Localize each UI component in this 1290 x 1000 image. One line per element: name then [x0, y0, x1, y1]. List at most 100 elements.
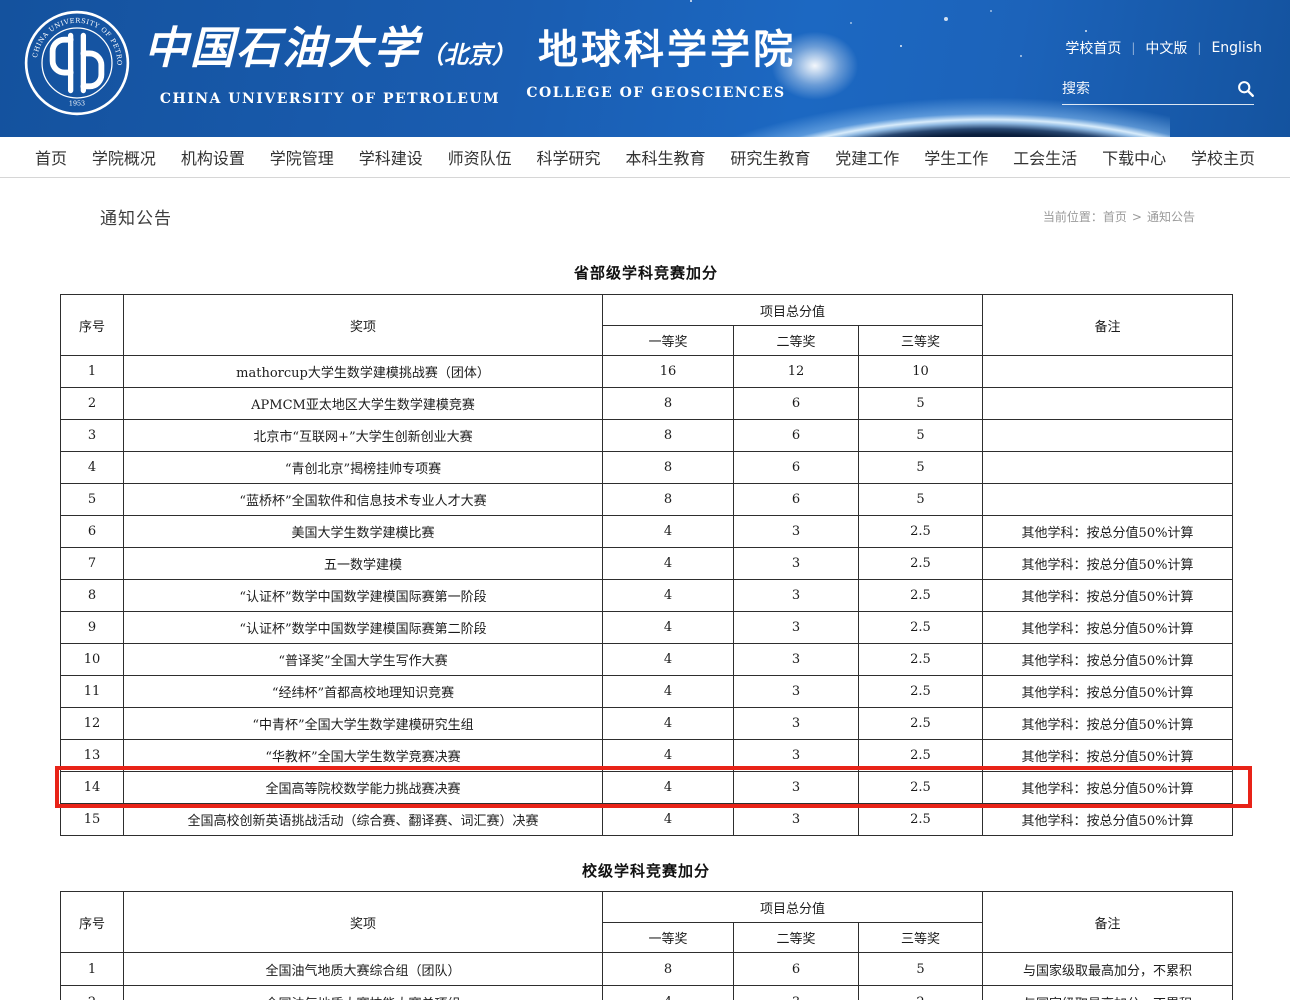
cell-award: 全国油气地质大赛技能大赛单项组 — [123, 985, 603, 1000]
cell-award: 全国高等院校数学能力挑战赛决赛 — [123, 771, 603, 804]
nav-item-4[interactable]: 学院管理 — [270, 145, 334, 169]
cell-remark: 其他学科：按总分值50%计算 — [982, 579, 1233, 612]
cell-seq: 1 — [60, 952, 124, 986]
cell-second-prize: 6 — [733, 451, 859, 484]
cell-award: mathorcup大学生数学建模挑战赛（团体） — [123, 355, 603, 388]
cell-award: “青创北京”揭榜挂帅专项赛 — [123, 451, 603, 484]
breadcrumb-label: 当前位置： — [1042, 210, 1103, 224]
search-box[interactable] — [1062, 80, 1254, 105]
university-name-cn: 中国石油大学（北京） — [144, 23, 516, 74]
table-row: 15 全国高校创新英语挑战活动（综合赛、翻译赛、词汇赛）决赛 4 3 2.5 其他学科：按… — [60, 803, 1233, 836]
nav-item-12[interactable]: 工会生活 — [1013, 145, 1077, 169]
nav-item-2[interactable]: 学院概况 — [92, 145, 156, 169]
header-link-2[interactable]: 中文版 — [1145, 38, 1187, 58]
cell-seq: 6 — [60, 515, 124, 548]
col-header-second-prize: 二等奖 — [733, 325, 859, 356]
nav-item-8[interactable]: 本科生教育 — [625, 145, 705, 169]
nav-item-6[interactable]: 师资队伍 — [448, 145, 512, 169]
cell-first-prize: 4 — [602, 707, 734, 740]
cell-third-prize: 5 — [858, 952, 983, 986]
nav-item-7[interactable]: 科学研究 — [537, 145, 601, 169]
cell-remark: 其他学科：按总分值50%计算 — [982, 739, 1233, 772]
cell-third-prize: 10 — [858, 355, 983, 388]
cell-seq: 3 — [60, 419, 124, 452]
campus-label: （北京） — [420, 40, 516, 69]
cell-third-prize: 2.5 — [858, 771, 983, 804]
breadcrumb: 当前位置：首页 > 通知公告 — [1043, 208, 1195, 225]
main-nav: 首页 学院概况 机构设置 学院管理 学科建设 师资队伍 科学研究 本科生教育 研究生教育 党建工作… — [0, 137, 1290, 178]
nav-item-9[interactable]: 研究生教育 — [730, 145, 810, 169]
school-table-title: 校级学科竞赛加分 — [581, 862, 710, 880]
cell-third-prize: 2 — [858, 985, 983, 1000]
table-row: 2 APMCM亚太地区大学生数学建模竞赛 8 6 5 — [60, 387, 1233, 420]
header-link-3[interactable]: English — [1211, 40, 1262, 56]
breadcrumb-current-link[interactable]: 通知公告 — [1147, 210, 1195, 224]
nav-item-11[interactable]: 学生工作 — [924, 145, 988, 169]
cell-second-prize: 3 — [733, 985, 859, 1000]
table-row: 3 北京市“互联网+”大学生创新创业大赛 8 6 5 — [60, 419, 1233, 452]
table-row: 10 “普译奖”全国大学生写作大赛 4 3 2.5 其他学科：按总分值50%计算 — [60, 643, 1233, 676]
cell-second-prize: 3 — [733, 771, 859, 804]
college-name-en: COLLEGE OF GEOSCIENCES — [526, 85, 786, 101]
cell-second-prize: 3 — [733, 515, 859, 548]
cell-seq: 11 — [60, 675, 124, 708]
search-input[interactable] — [1062, 80, 1222, 97]
col-header-remark: 备注 — [982, 891, 1233, 953]
col-header-group: 项目总分值 — [602, 294, 983, 326]
cell-second-prize: 3 — [733, 579, 859, 612]
cell-first-prize: 4 — [602, 643, 734, 676]
cell-third-prize: 2.5 — [858, 515, 983, 548]
nav-item-3[interactable]: 机构设置 — [181, 145, 245, 169]
search-icon[interactable] — [1237, 80, 1254, 97]
cell-award: 全国油气地质大赛综合组（团队） — [123, 952, 603, 986]
cell-remark — [982, 419, 1233, 452]
table-row: 13 “华教杯”全国大学生数学竞赛决赛 4 3 2.5 其他学科：按总分值50%计算 — [60, 739, 1233, 772]
nav-item-5[interactable]: 学科建设 — [359, 145, 423, 169]
cell-seq: 15 — [60, 803, 124, 836]
cell-third-prize: 5 — [858, 451, 983, 484]
cell-remark: 与国家级取最高加分，不累积 — [982, 985, 1233, 1000]
site-header: CHINA UNIVERSITY OF PETROLEUM 1953 中国石油大… — [0, 0, 1290, 137]
cell-remark: 其他学科：按总分值50%计算 — [982, 675, 1233, 708]
cell-third-prize: 5 — [858, 419, 983, 452]
nav-item-13[interactable]: 下载中心 — [1102, 145, 1166, 169]
cell-remark: 其他学科：按总分值50%计算 — [982, 707, 1233, 740]
col-header-award: 奖项 — [123, 891, 603, 953]
table-row: 7 五一数学建模 4 3 2.5 其他学科：按总分值50%计算 — [60, 547, 1233, 580]
college-name-cn: 地球科学学院 — [538, 27, 796, 73]
nav-item-10[interactable]: 党建工作 — [835, 145, 899, 169]
cell-second-prize: 3 — [733, 643, 859, 676]
cell-second-prize: 6 — [733, 387, 859, 420]
cell-remark — [982, 387, 1233, 420]
cell-second-prize: 12 — [733, 355, 859, 388]
cell-award: “认证杯”数学中国数学建模国际赛第一阶段 — [123, 579, 603, 612]
table-row: 5 “蓝桥杯”全国软件和信息技术专业人才大赛 8 6 5 — [60, 483, 1233, 516]
stars-decoration — [690, 0, 692, 2]
cell-award: “华教杯”全国大学生数学竞赛决赛 — [123, 739, 603, 772]
cell-award: 美国大学生数学建模比赛 — [123, 515, 603, 548]
link-separator: | — [1131, 41, 1136, 55]
header-brand: CHINA UNIVERSITY OF PETROLEUM 1953 中国石油大… — [24, 10, 796, 116]
table-row: 11 “经纬杯”首都高校地理知识竞赛 4 3 2.5 其他学科：按总分值50%计算 — [60, 675, 1233, 708]
cell-second-prize: 6 — [733, 952, 859, 986]
breadcrumb-home-link[interactable]: 首页 — [1103, 210, 1127, 224]
cell-remark: 与国家级取最高加分，不累积 — [982, 952, 1233, 986]
nav-item-14[interactable]: 学校主页 — [1191, 145, 1255, 169]
table-row: 14 全国高等院校数学能力挑战赛决赛 4 3 2.5 其他学科：按总分值50%计算 — [60, 771, 1233, 804]
cell-first-prize: 4 — [602, 803, 734, 836]
cell-first-prize: 4 — [602, 579, 734, 612]
header-link-1[interactable]: 学校首页 — [1065, 38, 1121, 58]
page-head: 通知公告 当前位置：首页 > 通知公告 — [0, 178, 1290, 258]
table-row: 12 “中青杯”全国大学生数学建模研究生组 4 3 2.5 其他学科：按总分值50%计算 — [60, 707, 1233, 740]
col-header-seq: 序号 — [60, 294, 124, 356]
cell-first-prize: 4 — [602, 771, 734, 804]
cell-award: “经纬杯”首都高校地理知识竞赛 — [123, 675, 603, 708]
header-links: 学校首页 | 中文版 | English — [1062, 38, 1262, 58]
cell-remark: 其他学科：按总分值50%计算 — [982, 643, 1233, 676]
cell-seq: 13 — [60, 739, 124, 772]
cell-first-prize: 8 — [602, 419, 734, 452]
cell-first-prize: 16 — [602, 355, 734, 388]
cell-remark — [982, 451, 1233, 484]
nav-item-1[interactable]: 首页 — [35, 145, 67, 169]
cell-seq: 8 — [60, 579, 124, 612]
